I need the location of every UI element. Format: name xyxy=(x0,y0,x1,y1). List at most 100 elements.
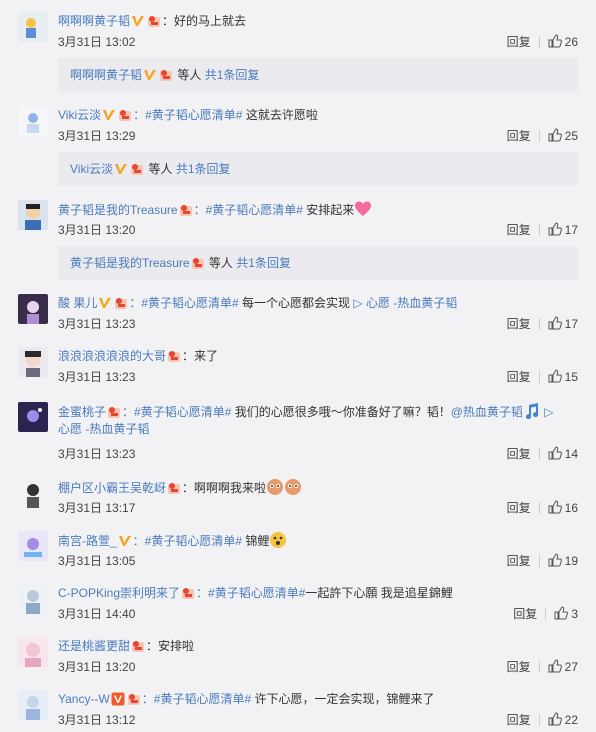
username-link[interactable]: 棚户区小霸王吴乾岈 xyxy=(58,481,166,495)
comment-item: 黄子韬是我的Treasure ：#黄子韬心愿清单# 安排起来 3月31日 13:2… xyxy=(0,196,596,280)
comment-line: Viki云淡 ：#黄子韬心愿清单# 这就去许愿啦 xyxy=(58,106,576,124)
like-button[interactable]: 16 xyxy=(548,500,578,515)
thumbs-up-icon xyxy=(548,34,562,48)
verified-v-icon xyxy=(118,534,132,548)
like-count: 17 xyxy=(564,223,578,237)
like-count: 14 xyxy=(564,447,578,461)
sub-reply-count-link[interactable]: 共1条回复 xyxy=(176,162,231,176)
like-count: 25 xyxy=(564,129,578,143)
topic-link[interactable]: ：#黄子韬心愿清单# xyxy=(194,203,303,217)
fan-badge-icon xyxy=(167,481,181,495)
like-button[interactable]: 3 xyxy=(554,606,578,621)
fan-badge-icon xyxy=(167,349,181,363)
username-link[interactable]: C-POPKing崇利明来了 xyxy=(58,586,180,600)
reply-button[interactable]: 回复 xyxy=(513,607,537,621)
avatar[interactable] xyxy=(18,12,48,42)
sub-reply-username[interactable]: 啊啊啊黄子韬 xyxy=(70,68,142,82)
like-button[interactable]: 17 xyxy=(548,316,578,331)
comment-actions: 回复 22 xyxy=(507,712,578,728)
comment-text: ：啊啊啊我来啦 xyxy=(182,481,267,495)
divider xyxy=(538,502,540,514)
sub-reply-bar[interactable]: 黄子韬是我的Treasure 等人 共1条回复 xyxy=(58,246,578,280)
username-link[interactable]: 还是桃酱更甜 xyxy=(58,639,130,653)
reply-button[interactable]: 回复 xyxy=(507,129,531,143)
username-link[interactable]: 金蜜桃子 xyxy=(58,405,106,419)
username-link[interactable]: Viki云淡 xyxy=(58,108,101,122)
music-link[interactable]: 心愿 -热血黄子韬 xyxy=(58,422,149,436)
topic-link[interactable]: ：#黄子韬心愿清单# xyxy=(122,405,231,419)
avatar[interactable] xyxy=(18,584,48,614)
timestamp: 3月31日 13:29 xyxy=(58,129,136,143)
divider xyxy=(538,130,540,142)
reply-button[interactable]: 回复 xyxy=(507,35,531,49)
username-link[interactable]: Yancy--W xyxy=(58,692,110,706)
sub-reply-username[interactable]: Viki云淡 xyxy=(70,162,113,176)
username-link[interactable]: 浪浪浪浪浪浪的大哥 xyxy=(58,349,166,363)
divider xyxy=(545,608,547,620)
comment-actions: 回复 3 xyxy=(513,606,578,622)
like-button[interactable]: 17 xyxy=(548,222,578,237)
like-button[interactable]: 27 xyxy=(548,659,578,674)
reply-button[interactable]: 回复 xyxy=(507,223,531,237)
sub-reply-bar[interactable]: Viki云淡 等人 共1条回复 xyxy=(58,152,578,186)
topic-link[interactable]: ：#黄子韬心愿清单# xyxy=(196,586,305,600)
comment-text: 我们的心愿很多哦～你准备好了嘛？韬！ xyxy=(231,405,451,419)
username-link[interactable]: 黄子韬是我的Treasure xyxy=(58,203,178,217)
comment-line: 啊啊啊黄子韬 ：好的马上就去 xyxy=(58,12,576,30)
topic-link[interactable]: ：#黄子韬心愿清单# xyxy=(133,108,242,122)
thumbs-up-icon xyxy=(548,553,562,567)
sub-reply-count-link[interactable]: 共1条回复 xyxy=(236,256,291,270)
comment-text: 每一个心愿都会实现 xyxy=(238,296,354,310)
mention-link[interactable]: @热血黄子韬 xyxy=(451,405,523,419)
reply-button[interactable]: 回复 xyxy=(507,317,531,331)
avatar[interactable] xyxy=(18,478,48,508)
topic-link[interactable]: ：#黄子韬心愿清单# xyxy=(129,296,238,310)
topic-link[interactable]: ：#黄子韬心愿清单# xyxy=(133,534,242,548)
avatar[interactable] xyxy=(18,200,48,230)
sub-reply-count-link[interactable]: 共1条回复 xyxy=(205,68,260,82)
avatar[interactable] xyxy=(18,690,48,720)
comment-line: 棚户区小霸王吴乾岈 ：啊啊啊我来啦 xyxy=(58,478,576,497)
like-button[interactable]: 19 xyxy=(548,553,578,568)
avatar[interactable] xyxy=(18,531,48,561)
thumbs-up-icon xyxy=(548,659,562,673)
username-link[interactable]: 啊啊啊黄子韬 xyxy=(58,14,130,28)
like-button[interactable]: 25 xyxy=(548,128,578,143)
reply-button[interactable]: 回复 xyxy=(507,370,531,384)
sub-reply-bar[interactable]: 啊啊啊黄子韬 等人 共1条回复 xyxy=(58,58,578,92)
fan-badge-icon xyxy=(159,68,173,82)
reply-button[interactable]: 回复 xyxy=(507,660,531,674)
like-button[interactable]: 15 xyxy=(548,369,578,384)
comment-text: 锦鲤 xyxy=(242,534,270,548)
doge-emoji-icon xyxy=(266,478,284,496)
username-link[interactable]: 南宫-路萱_ xyxy=(58,534,117,548)
comment-actions: 回复 17 xyxy=(507,316,578,332)
like-button[interactable]: 22 xyxy=(548,712,578,727)
fan-badge-icon xyxy=(107,405,121,419)
comment-item: 棚户区小霸王吴乾岈 ：啊啊啊我来啦 3月31日 13:17 回复 16 xyxy=(0,474,596,520)
reply-button[interactable]: 回复 xyxy=(507,713,531,727)
vip-v-icon xyxy=(111,692,125,706)
comment-actions: 回复 27 xyxy=(507,659,578,675)
music-link[interactable]: ▷ xyxy=(544,405,553,419)
avatar[interactable] xyxy=(18,294,48,324)
music-link[interactable]: ▷ 心愿 -热血黄子韬 xyxy=(353,296,457,310)
comment-text: 一起許下心願 我是追星錦鯉 xyxy=(305,586,453,600)
username-link[interactable]: 酸 果儿 xyxy=(58,296,97,310)
like-count: 16 xyxy=(564,501,578,515)
comment-actions: 回复 15 xyxy=(507,369,578,385)
comment-actions: 回复 26 xyxy=(507,34,578,50)
avatar[interactable] xyxy=(18,402,48,432)
topic-link[interactable]: ：#黄子韬心愿清单# xyxy=(142,692,251,706)
sub-reply-username[interactable]: 黄子韬是我的Treasure xyxy=(70,256,190,270)
comment-text: ：来了 xyxy=(182,349,219,363)
avatar[interactable] xyxy=(18,347,48,377)
avatar[interactable] xyxy=(18,106,48,136)
like-button[interactable]: 14 xyxy=(548,446,578,461)
reply-button[interactable]: 回复 xyxy=(507,447,531,461)
avatar[interactable] xyxy=(18,637,48,667)
reply-button[interactable]: 回复 xyxy=(507,501,531,515)
like-button[interactable]: 26 xyxy=(548,34,578,49)
reply-button[interactable]: 回复 xyxy=(507,554,531,568)
verified-v-icon xyxy=(114,162,128,176)
